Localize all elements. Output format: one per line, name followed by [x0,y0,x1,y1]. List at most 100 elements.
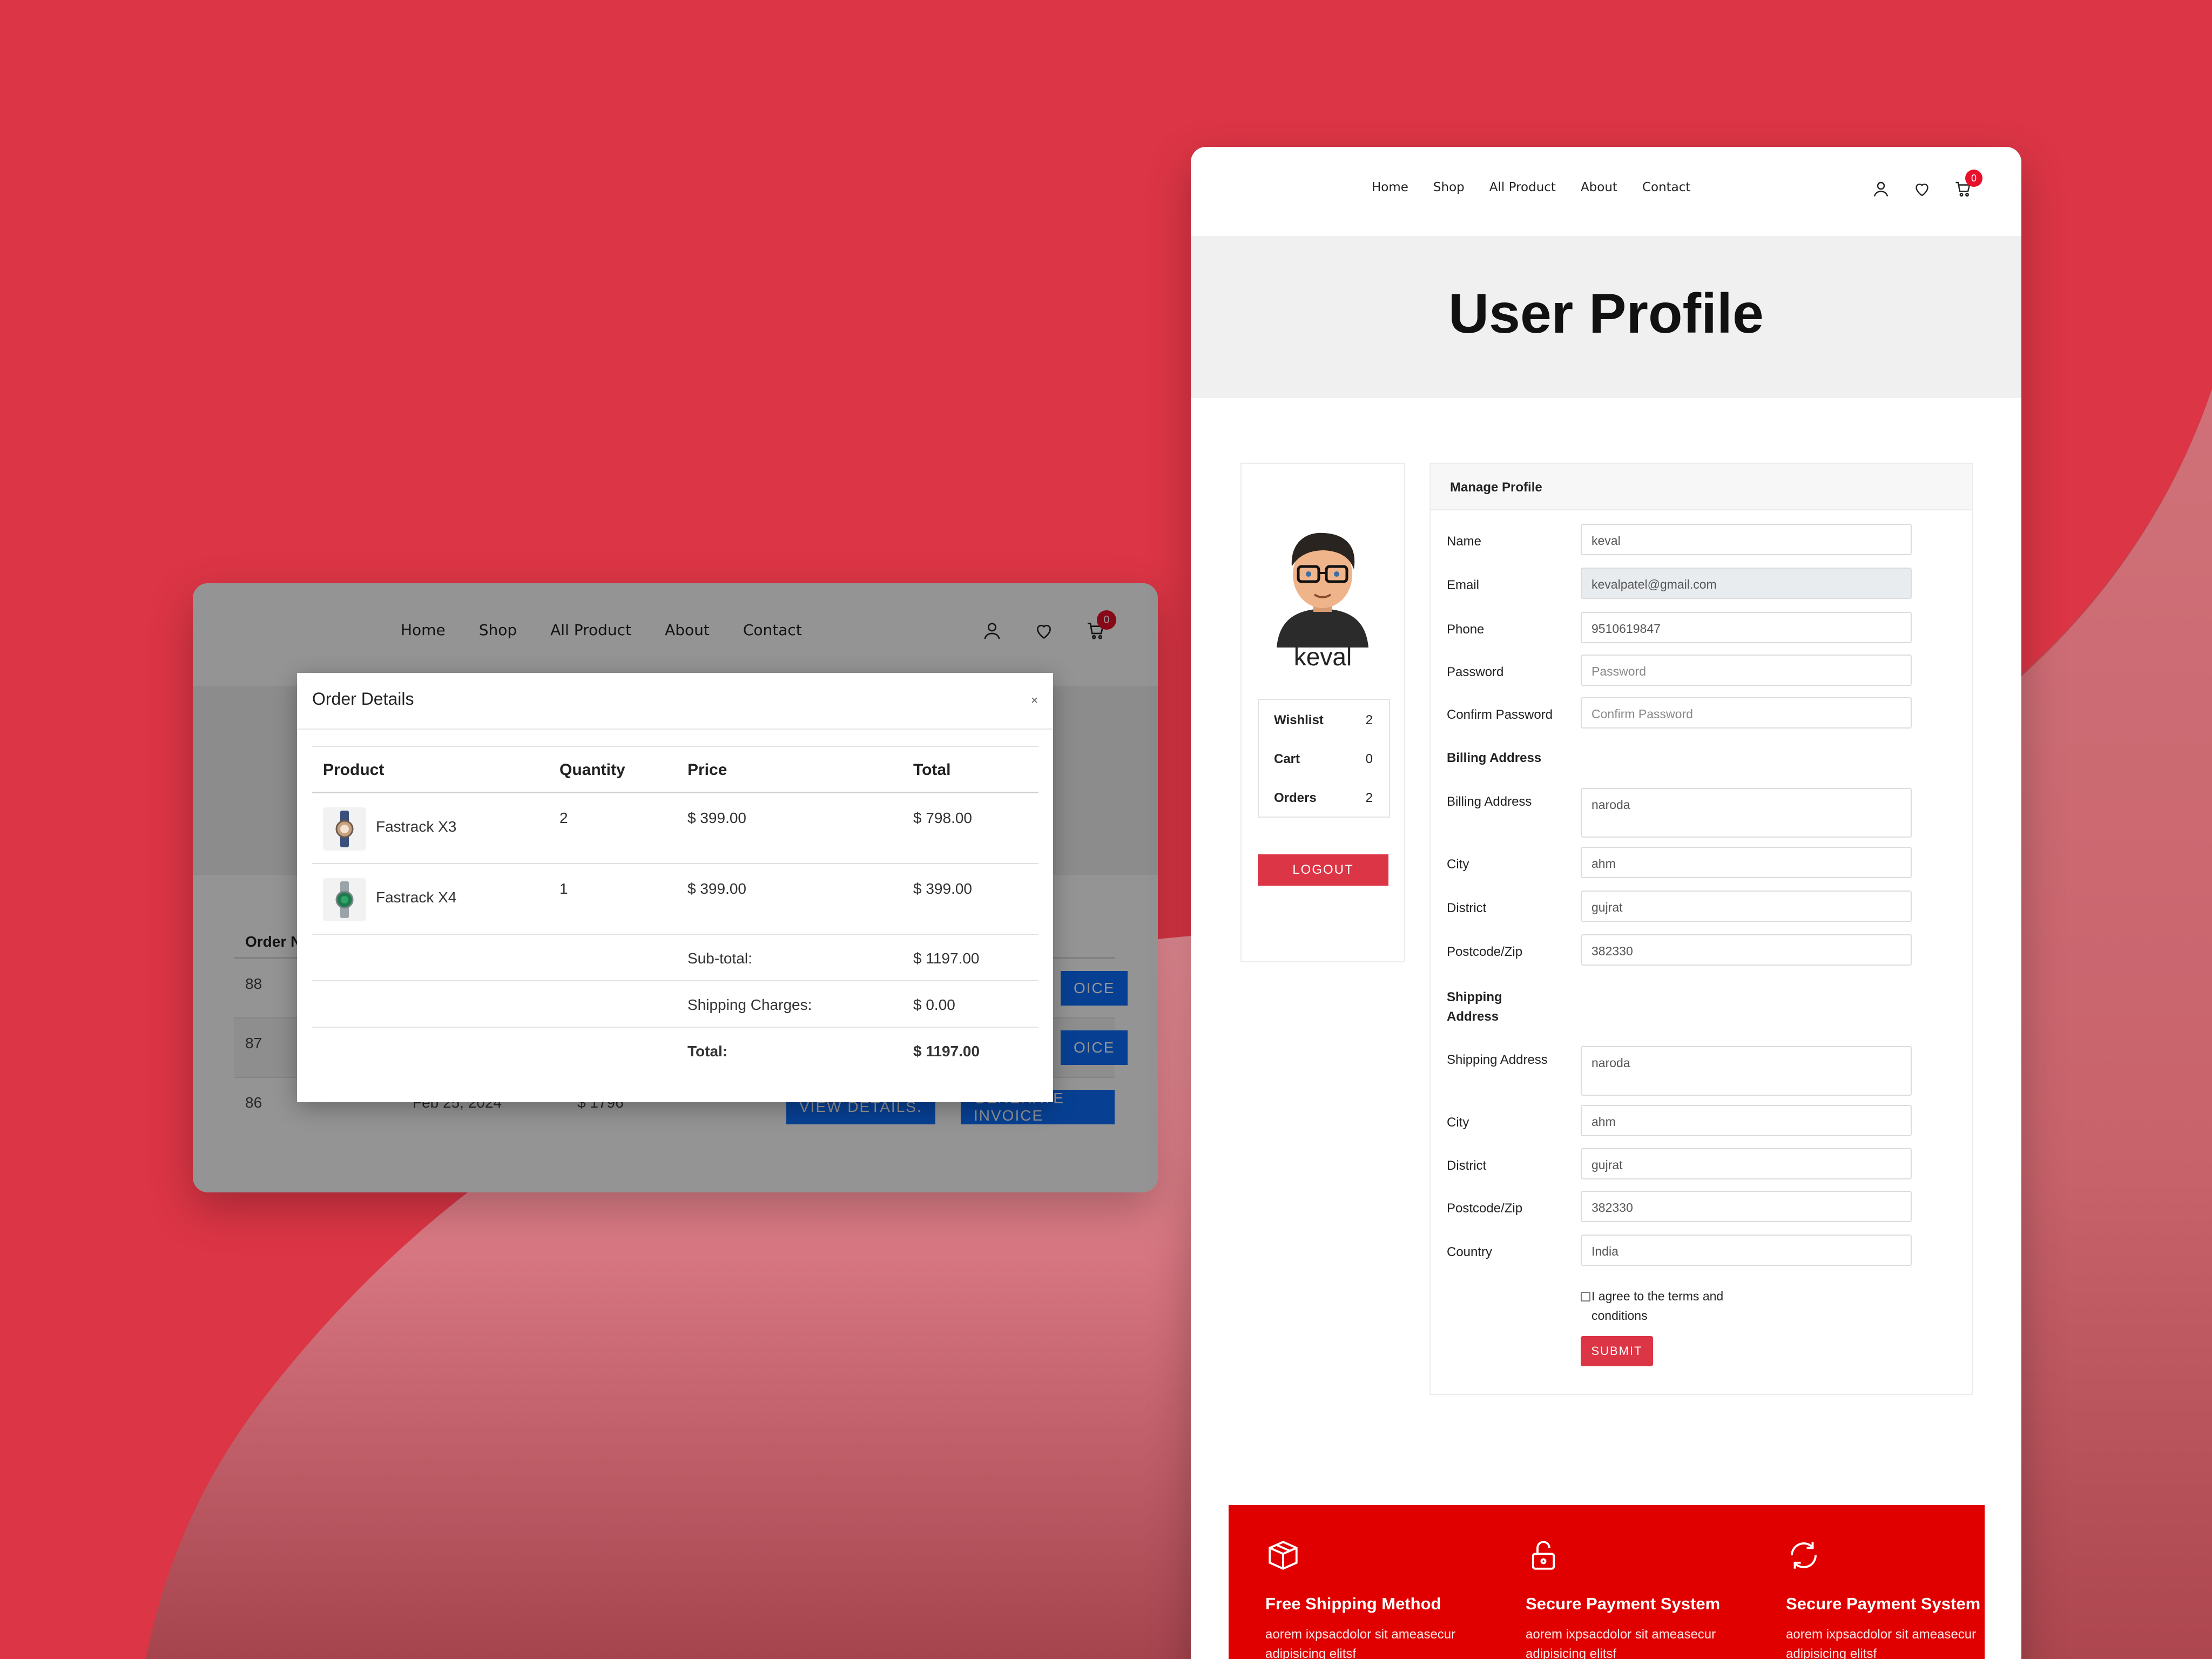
table-row: Fastrack X4 1 $ 399.00 $ 399.00 [312,864,1038,935]
shipping-district-field[interactable]: gujrat [1581,1148,1912,1179]
email-label: Email [1447,578,1480,592]
billing-district-label: District [1447,901,1487,915]
user-icon[interactable] [1871,179,1891,199]
refresh-icon [1791,1542,1817,1569]
nav-about[interactable]: About [1581,180,1617,194]
modal-title: Order Details [312,689,414,709]
shipping-address-label: Shipping Address [1447,1053,1548,1067]
product-qty: 2 [559,810,568,826]
country-label: Country [1447,1245,1493,1259]
product-price: $ 399.00 [687,810,746,826]
table-row: Fastrack X3 2 $ 399.00 $ 798.00 [312,793,1038,864]
user-name: keval [1293,643,1352,671]
confirm-password-label: Confirm Password [1447,707,1553,722]
stat-wishlist[interactable]: Wishlist 2 [1259,700,1389,739]
stat-label: Cart [1274,752,1300,766]
name-field[interactable]: keval [1581,524,1912,555]
stat-value: 2 [1365,713,1373,727]
terms-label: I agree to the terms and conditions [1591,1289,1724,1323]
billing-city-field[interactable]: ahm [1581,847,1912,878]
billing-postcode-field[interactable]: 382330 [1581,934,1912,966]
top-nav: Home Shop All Product About Contact 0 [1191,147,2021,233]
country-field[interactable]: India [1581,1235,1912,1266]
product-thumbnail [323,807,366,851]
confirm-password-field[interactable]: Confirm Password [1581,697,1912,729]
nav-contact[interactable]: Contact [1642,180,1690,194]
feature-title: Secure Payment System [1526,1594,1721,1613]
feature-secure-payment-2: Secure Payment System aorem ixpsacdolor … [1786,1537,1980,1659]
user-profile-window: Home Shop All Product About Contact 0 Us… [1191,147,2021,1659]
shipping-address-field[interactable]: naroda [1581,1046,1912,1096]
name-label: Name [1447,534,1482,549]
feature-desc: aorem ixpsacdolor sit ameasecur adipisic… [1526,1627,1716,1659]
heart-icon[interactable] [1912,179,1932,199]
col-quantity: Quantity [559,761,625,779]
billing-postcode-label: Postcode/Zip [1447,945,1523,959]
nav-all-product[interactable]: All Product [1489,180,1556,194]
total-row: Total: $ 1197.00 [312,1028,1038,1074]
form-heading: Manage Profile [1431,464,1972,510]
submit-button[interactable]: SUBMIT [1581,1336,1653,1366]
lock-icon [1532,1541,1555,1570]
col-product: Product [323,761,385,779]
stat-label: Orders [1274,791,1317,805]
stat-value: 2 [1365,791,1373,805]
subtotal-value: $ 1197.00 [913,950,980,967]
email-field[interactable]: kevalpatel@gmail.com [1581,568,1912,599]
close-icon[interactable]: × [1031,693,1038,707]
shipping-city-field[interactable]: ahm [1581,1105,1912,1136]
nav-shop[interactable]: Shop [1433,180,1465,194]
total-value: $ 1197.00 [913,1043,980,1060]
billing-address-field[interactable]: naroda [1581,788,1912,838]
phone-field[interactable]: 9510619847 [1581,612,1912,643]
features-footer: Free Shipping Method aorem ixpsacdolor s… [1229,1505,1985,1659]
billing-district-field[interactable]: gujrat [1581,891,1912,922]
order-items-table: Product Quantity Price Total Fastrack X3… [312,746,1038,1074]
shipping-value: $ 0.00 [913,996,955,1013]
product-qty: 1 [559,880,568,897]
shipping-heading: Shipping Address [1447,990,1502,1024]
col-total: Total [913,761,951,779]
product-total: $ 798.00 [913,810,972,826]
subtotal-row: Sub-total: $ 1197.00 [312,935,1038,981]
shipping-label: Shipping Charges: [687,996,812,1013]
shipping-postcode-field[interactable]: 382330 [1581,1191,1912,1222]
feature-shipping: Free Shipping Method aorem ixpsacdolor s… [1265,1537,1455,1659]
total-label: Total: [687,1043,728,1060]
password-field[interactable]: Password [1581,655,1912,686]
billing-city-label: City [1447,857,1469,872]
avatar [1255,512,1390,648]
product-name: Fastrack X3 [376,818,457,835]
logout-button[interactable]: LOGOUT [1258,854,1388,886]
order-details-modal: Order Details × Product Quantity Price T… [297,673,1053,1102]
nav-home[interactable]: Home [1372,180,1408,194]
col-price: Price [687,761,727,779]
manage-profile-form: Manage Profile Name keval Email kevalpat… [1429,463,1973,1395]
subtotal-label: Sub-total: [687,950,752,967]
cart-icon[interactable]: 0 [1953,170,1982,199]
feature-desc: aorem ixpsacdolor sit ameasecur adipisic… [1265,1627,1456,1659]
billing-heading: Billing Address [1447,751,1542,765]
stat-value: 0 [1365,752,1373,766]
page-banner: User Profile [1191,236,2021,398]
shipping-district-label: District [1447,1158,1487,1173]
terms-checkbox[interactable] [1581,1292,1590,1301]
profile-sidebar: keval Wishlist 2 Cart 0 Orders 2 LOGOUT [1240,463,1405,962]
product-total: $ 399.00 [913,880,972,897]
feature-title: Free Shipping Method [1265,1594,1441,1613]
page-title: User Profile [1448,282,1764,345]
stat-label: Wishlist [1274,713,1324,727]
box-icon [1269,1541,1298,1570]
stat-cart[interactable]: Cart 0 [1259,739,1389,778]
shipping-postcode-label: Postcode/Zip [1447,1201,1523,1216]
user-stats: Wishlist 2 Cart 0 Orders 2 [1258,699,1390,818]
feature-title: Secure Payment System [1786,1594,1981,1613]
table-header: Product Quantity Price Total [312,746,1038,793]
shipping-row: Shipping Charges: $ 0.00 [312,981,1038,1028]
cart-count-badge: 0 [1965,170,1982,187]
shipping-city-label: City [1447,1115,1469,1130]
password-label: Password [1447,665,1504,679]
feature-desc: aorem ixpsacdolor sit ameasecur adipisic… [1786,1627,1977,1659]
stat-orders[interactable]: Orders 2 [1259,778,1389,817]
feature-secure-payment: Secure Payment System aorem ixpsacdolor … [1526,1537,1720,1659]
